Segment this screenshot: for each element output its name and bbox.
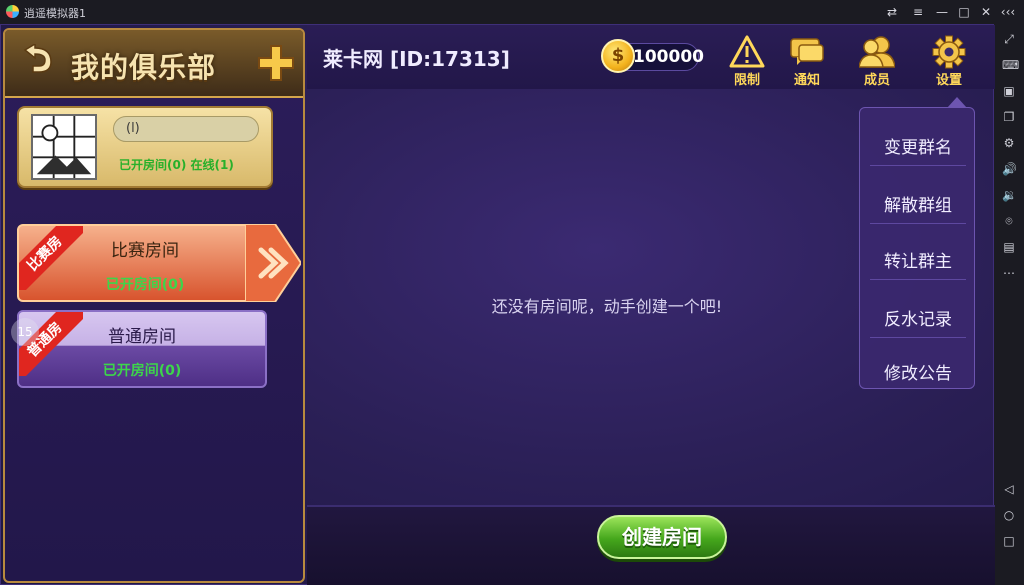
minimize-button[interactable]: —: [934, 4, 950, 20]
emulator-title: 逍遥模拟器1: [24, 7, 86, 20]
club-avatar-icon: [31, 114, 97, 180]
location-icon[interactable]: ⌾: [1002, 214, 1016, 228]
volume-up-icon[interactable]: 🔊: [1002, 162, 1017, 176]
screenshot-icon[interactable]: ▣: [1002, 84, 1016, 98]
emulator-toolbar: ⤢ ⌨ ▣ ❐ ⚙ 🔊 🔉 ⌾ ▤ ⋯ ◁ ○ □: [994, 24, 1024, 585]
rebate-records-item[interactable]: 反水记录: [870, 302, 966, 338]
multi-window-icon[interactable]: ❐: [1002, 110, 1016, 124]
close-button[interactable]: ✕: [978, 4, 994, 20]
back-arrow-icon[interactable]: [19, 44, 55, 74]
rename-group-item[interactable]: 变更群名: [870, 130, 966, 166]
gear-icon: [932, 35, 966, 69]
normal-room-open-count: 已开房间(0): [102, 363, 182, 379]
members-button[interactable]: 成员: [851, 35, 903, 88]
coin-balance: 100000: [633, 47, 704, 67]
back-icon[interactable]: ◁: [1002, 482, 1016, 496]
emulator-logo-icon: [6, 5, 19, 18]
group-header: 莱卡网 [ID:17313] $ 100000 限制 通知 成员 设置: [307, 25, 995, 89]
normal-room-name: 普通房间: [108, 327, 176, 347]
menu-icon[interactable]: ≡: [910, 4, 926, 20]
club-stats: 已开房间(0) 在线(1): [119, 158, 234, 172]
tab-normal-rooms[interactable]: 普通房 普通房间 已开房间(0): [17, 310, 267, 388]
create-room-button[interactable]: 创建房间: [597, 515, 727, 559]
tab-race-rooms[interactable]: 比赛房 比赛房间 已开房间(0): [17, 224, 273, 302]
notice-label: 通知: [793, 73, 820, 88]
race-room-name: 比赛房间: [111, 241, 179, 261]
add-club-icon[interactable]: [257, 44, 295, 82]
group-title: 莱卡网 [ID:17313]: [323, 47, 510, 71]
emulator-title-bar: 逍遥模拟器1 ⇄ ≡ — □ ✕ ‹‹‹: [0, 0, 1024, 24]
notice-button[interactable]: 通知: [781, 35, 833, 88]
collapse-sidebar-icon[interactable]: ‹‹‹: [1000, 4, 1016, 20]
dissolve-group-item[interactable]: 解散群组: [870, 188, 966, 224]
selected-arrow-icon: [245, 224, 301, 302]
floating-badge[interactable]: 15: [11, 318, 39, 346]
game-viewport: 我的俱乐部 (l) 已开房间(0) 在线(1) 比赛房 比赛房间 已开房间(0): [0, 24, 995, 585]
home-icon[interactable]: ○: [1002, 508, 1016, 522]
race-room-open-count: 已开房间(0): [105, 277, 185, 293]
folder-icon[interactable]: ▤: [1002, 240, 1016, 254]
club-panel-header: 我的俱乐部: [5, 30, 303, 98]
recents-icon[interactable]: □: [1002, 534, 1016, 548]
settings-label: 设置: [935, 73, 962, 88]
limit-button[interactable]: 限制: [721, 35, 773, 88]
members-label: 成员: [863, 73, 890, 88]
edit-notice-item[interactable]: 修改公告: [870, 356, 966, 392]
members-icon: [859, 36, 895, 68]
club-panel-title: 我的俱乐部: [71, 51, 217, 84]
club-card[interactable]: (l) 已开房间(0) 在线(1): [17, 106, 273, 188]
coin-icon: $: [601, 39, 635, 73]
settings-button[interactable]: 设置: [923, 35, 975, 88]
fullscreen-icon[interactable]: ⤢: [1002, 32, 1016, 46]
chat-bubble-icon: [790, 38, 824, 65]
transfer-owner-item[interactable]: 转让群主: [870, 244, 966, 280]
volume-down-icon[interactable]: 🔉: [1002, 188, 1017, 202]
sync-icon[interactable]: ⇄: [884, 4, 900, 20]
club-panel: 我的俱乐部 (l) 已开房间(0) 在线(1) 比赛房 比赛房间 已开房间(0): [3, 28, 305, 583]
settings-menu: 变更群名 解散群组 转让群主 反水记录 修改公告: [859, 107, 975, 389]
limit-label: 限制: [733, 73, 760, 88]
warning-icon: [729, 35, 765, 68]
more-icon[interactable]: ⋯: [1002, 266, 1016, 280]
club-name: (l): [113, 116, 259, 142]
maximize-button[interactable]: □: [956, 4, 972, 20]
empty-room-message: 还没有房间呢，动手创建一个吧!: [491, 297, 723, 316]
settings-icon[interactable]: ⚙: [1002, 136, 1016, 150]
keyboard-icon[interactable]: ⌨: [1002, 58, 1019, 72]
